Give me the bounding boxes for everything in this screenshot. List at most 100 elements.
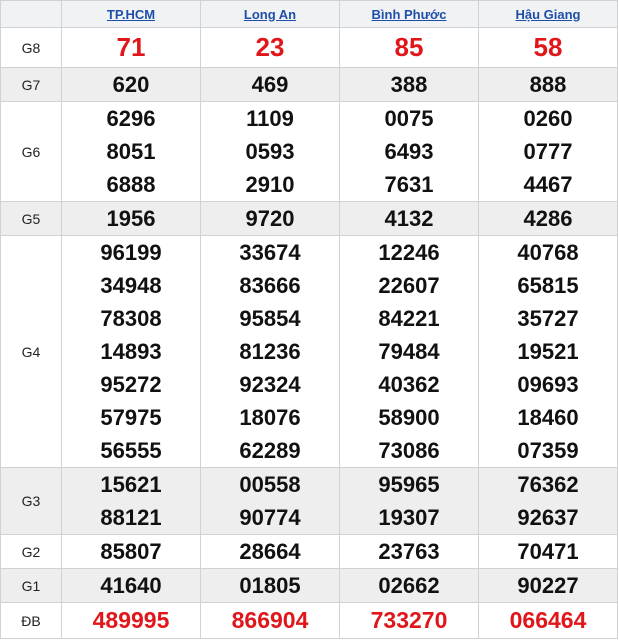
prize-row-g3: G3 15621 88121 00558 90774 95965 19307 7… — [0, 467, 618, 535]
prize-cell: 02662 — [339, 568, 479, 603]
prize-number: 41640 — [100, 573, 162, 598]
prize-cell: 0260 0777 4467 — [478, 101, 618, 202]
prize-number: 15621 — [100, 472, 162, 497]
prize-label: G5 — [0, 201, 62, 236]
prize-number: 92324 — [239, 372, 301, 397]
province-link-long-an[interactable]: Long An — [244, 7, 296, 22]
prize-number: 81236 — [239, 339, 301, 364]
prize-cell: 70471 — [478, 534, 618, 569]
prize-number: 8051 — [106, 139, 156, 164]
prize-cell: 4132 — [339, 201, 479, 236]
prize-number: 7631 — [384, 172, 434, 197]
province-link-tphcm[interactable]: TP.HCM — [107, 7, 155, 22]
prize-number: 12246 — [378, 240, 440, 265]
prize-number: 09693 — [517, 372, 579, 397]
prize-cell: 40768 65815 35727 19521 09693 18460 0735… — [478, 235, 618, 468]
prize-cell: 469 — [200, 67, 340, 102]
prize-row-g7: G7 620 469 388 888 — [0, 67, 618, 102]
prize-number: 6296 — [106, 106, 156, 131]
province-link-binh-phuoc[interactable]: Bình Phước — [372, 7, 447, 22]
prize-label: G4 — [0, 235, 62, 468]
special-prize-number: 866904 — [200, 602, 340, 639]
prize-number: 9720 — [245, 206, 295, 231]
prize-number: 85 — [339, 27, 479, 68]
prize-number: 33674 — [239, 240, 301, 265]
prize-number: 35727 — [517, 306, 579, 331]
prize-cell: 90227 — [478, 568, 618, 603]
prize-number: 0075 — [384, 106, 434, 131]
prize-number: 1956 — [106, 206, 156, 231]
lottery-results-table: TP.HCM Long An Bình Phước Hậu Giang G8 7… — [0, 0, 618, 639]
prize-number: 22607 — [378, 273, 440, 298]
prize-number: 14893 — [100, 339, 162, 364]
prize-number: 0593 — [245, 139, 295, 164]
prize-number: 4286 — [523, 206, 573, 231]
prize-label: ĐB — [0, 602, 62, 639]
prize-number: 90774 — [239, 505, 301, 530]
prize-cell: 12246 22607 84221 79484 40362 58900 7308… — [339, 235, 479, 468]
prize-number: 58900 — [378, 405, 440, 430]
prize-number: 19521 — [517, 339, 579, 364]
prize-number: 19307 — [378, 505, 440, 530]
prize-cell: 85807 — [61, 534, 201, 569]
prize-number: 40768 — [517, 240, 579, 265]
prize-cell: 01805 — [200, 568, 340, 603]
prize-cell: 95965 19307 — [339, 467, 479, 535]
prize-number: 56555 — [100, 438, 162, 463]
prize-label: G1 — [0, 568, 62, 603]
prize-cell: 0075 6493 7631 — [339, 101, 479, 202]
prize-number: 57975 — [100, 405, 162, 430]
prize-cell: 4286 — [478, 201, 618, 236]
prize-number: 07359 — [517, 438, 579, 463]
prize-row-g8: G8 71 23 85 58 — [0, 27, 618, 68]
prize-cell: 15621 88121 — [61, 467, 201, 535]
prize-label: G6 — [0, 101, 62, 202]
prize-cell: 00558 90774 — [200, 467, 340, 535]
prize-cell: 76362 92637 — [478, 467, 618, 535]
prize-label: G7 — [0, 67, 62, 102]
prize-cell: 888 — [478, 67, 618, 102]
prize-cell: 1956 — [61, 201, 201, 236]
prize-number: 95965 — [378, 472, 440, 497]
prize-cell: 96199 34948 78308 14893 95272 57975 5655… — [61, 235, 201, 468]
prize-cell: 33674 83666 95854 81236 92324 18076 6228… — [200, 235, 340, 468]
special-prize-number: 066464 — [478, 602, 618, 639]
prize-number: 62289 — [239, 438, 301, 463]
prize-number: 58 — [478, 27, 618, 68]
prize-number: 84221 — [378, 306, 440, 331]
prize-number: 18076 — [239, 405, 301, 430]
prize-number: 00558 — [239, 472, 301, 497]
prize-number: 0777 — [523, 139, 573, 164]
prize-row-g6: G6 6296 8051 6888 1109 0593 2910 0075 64… — [0, 101, 618, 202]
prize-row-g5: G5 1956 9720 4132 4286 — [0, 201, 618, 236]
prize-number: 388 — [390, 72, 428, 97]
prize-row-g2: G2 85807 28664 23763 70471 — [0, 534, 618, 569]
prize-number: 88121 — [100, 505, 162, 530]
prize-number: 469 — [251, 72, 289, 97]
prize-number: 71 — [61, 27, 201, 68]
province-header-binh-phuoc: Bình Phước — [339, 0, 479, 28]
special-prize-number: 489995 — [61, 602, 201, 639]
prize-cell: 28664 — [200, 534, 340, 569]
prize-number: 4132 — [384, 206, 434, 231]
prize-number: 92637 — [517, 505, 579, 530]
province-header-long-an: Long An — [200, 0, 340, 28]
province-link-hau-giang[interactable]: Hậu Giang — [515, 7, 580, 22]
prize-number: 6888 — [106, 172, 156, 197]
prize-number: 620 — [112, 72, 150, 97]
prize-number: 90227 — [517, 573, 579, 598]
special-prize-number: 733270 — [339, 602, 479, 639]
prize-number: 85807 — [100, 539, 162, 564]
prize-number: 23763 — [378, 539, 440, 564]
prize-number: 02662 — [378, 573, 440, 598]
prize-number: 18460 — [517, 405, 579, 430]
prize-number: 95854 — [239, 306, 301, 331]
prize-number: 0260 — [523, 106, 573, 131]
prize-row-g1: G1 41640 01805 02662 90227 — [0, 568, 618, 603]
prize-cell: 23763 — [339, 534, 479, 569]
prize-cell: 1109 0593 2910 — [200, 101, 340, 202]
prize-number: 6493 — [384, 139, 434, 164]
prize-number: 65815 — [517, 273, 579, 298]
prize-number: 70471 — [517, 539, 579, 564]
prize-label: G3 — [0, 467, 62, 535]
